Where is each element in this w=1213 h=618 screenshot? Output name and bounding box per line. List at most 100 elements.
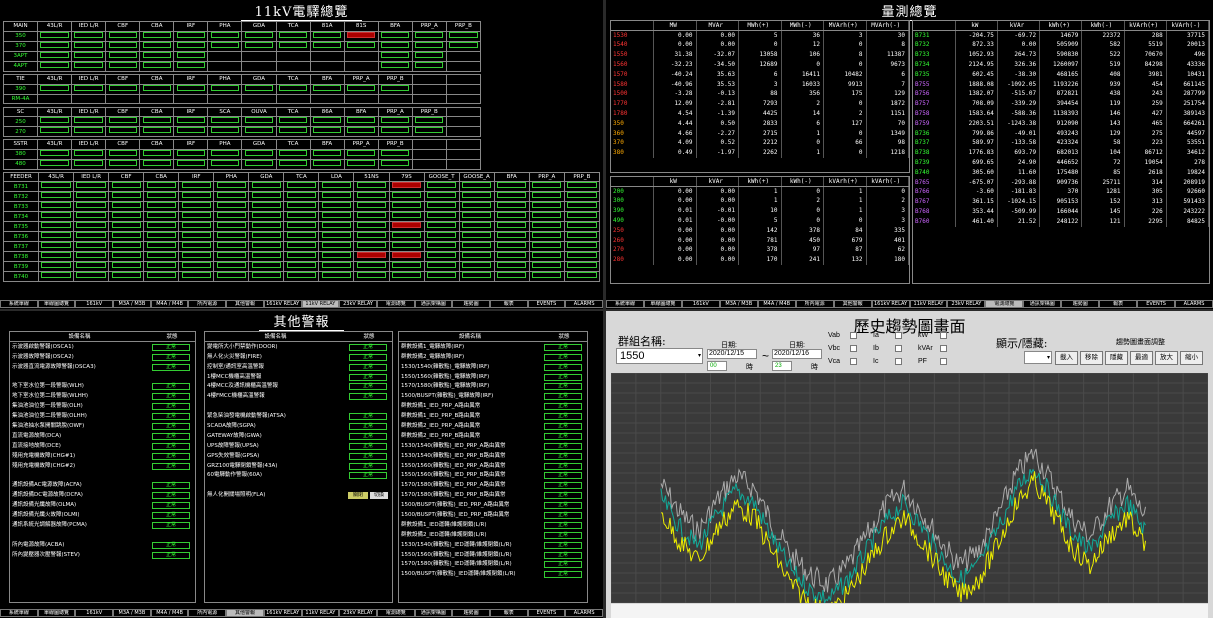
- status-normal[interactable]: [108, 160, 137, 166]
- status-normal[interactable]: [176, 52, 206, 58]
- status-normal[interactable]: [40, 62, 69, 68]
- alarm-status[interactable]: 正常: [544, 383, 582, 391]
- status-normal[interactable]: [567, 202, 597, 209]
- status-normal[interactable]: [462, 242, 492, 249]
- alarm-status[interactable]: 正常: [544, 373, 582, 381]
- status-alarm[interactable]: [356, 252, 387, 259]
- status-normal[interactable]: [415, 32, 444, 38]
- status-normal[interactable]: [74, 85, 103, 91]
- status-normal[interactable]: [321, 192, 352, 199]
- status-normal[interactable]: [497, 252, 527, 259]
- status-normal[interactable]: [181, 242, 211, 249]
- status-normal[interactable]: [346, 42, 376, 48]
- status-normal[interactable]: [321, 242, 352, 249]
- alarm-status[interactable]: 正常: [544, 452, 582, 460]
- alarm-status[interactable]: 正常: [152, 432, 190, 440]
- status-normal[interactable]: [321, 202, 352, 209]
- trend-button-2[interactable]: 隱藏: [1105, 351, 1128, 365]
- status-normal[interactable]: [381, 32, 410, 38]
- status-normal[interactable]: [251, 262, 281, 269]
- alarm-status[interactable]: 正常: [349, 472, 387, 480]
- status-normal[interactable]: [40, 32, 69, 38]
- nav-button[interactable]: 161kV: [681, 300, 720, 308]
- nav-button[interactable]: 通訊架構圖: [414, 609, 453, 617]
- status-normal[interactable]: [462, 192, 492, 199]
- status-normal[interactable]: [356, 192, 387, 199]
- status-normal[interactable]: [216, 212, 246, 219]
- alarm-status[interactable]: 正常: [544, 353, 582, 361]
- status-normal[interactable]: [532, 202, 562, 209]
- status-normal[interactable]: [146, 202, 176, 209]
- status-normal[interactable]: [210, 42, 240, 48]
- nav-button[interactable]: 趨勢圖: [452, 609, 490, 617]
- status-normal[interactable]: [41, 242, 71, 249]
- status-normal[interactable]: [532, 272, 562, 279]
- nav-button[interactable]: 報表: [489, 609, 528, 617]
- status-normal[interactable]: [74, 32, 103, 38]
- checkbox[interactable]: [850, 358, 857, 365]
- status-normal[interactable]: [426, 262, 457, 269]
- status-normal[interactable]: [462, 212, 492, 219]
- status-normal[interactable]: [181, 202, 211, 209]
- status-normal[interactable]: [381, 42, 410, 48]
- status-normal[interactable]: [41, 182, 71, 189]
- status-normal[interactable]: [356, 272, 387, 279]
- nav-button[interactable]: 其他警報: [226, 609, 264, 617]
- status-normal[interactable]: [381, 160, 410, 166]
- status-normal[interactable]: [462, 202, 492, 209]
- status-normal[interactable]: [346, 150, 376, 156]
- nav-button[interactable]: 11kV RELAY: [301, 609, 340, 617]
- nav-button[interactable]: 161kV: [75, 300, 114, 308]
- nav-button[interactable]: 電測總覽: [985, 300, 1024, 308]
- status-normal[interactable]: [216, 242, 246, 249]
- nav-button[interactable]: 23kV RELAY: [947, 300, 986, 308]
- status-normal[interactable]: [142, 52, 171, 58]
- status-normal[interactable]: [567, 232, 597, 239]
- alarm-status[interactable]: 正常: [349, 462, 387, 470]
- nav-button[interactable]: M3A / M3B: [113, 300, 151, 308]
- check-ia[interactable]: Ia: [873, 332, 902, 339]
- status-normal[interactable]: [76, 192, 106, 199]
- alarm-status[interactable]: 正常: [349, 422, 387, 430]
- status-normal[interactable]: [108, 42, 137, 48]
- status-normal[interactable]: [321, 272, 352, 279]
- status-normal[interactable]: [176, 42, 206, 48]
- nav-button[interactable]: 通訊架構圖: [1023, 300, 1062, 308]
- status-normal[interactable]: [567, 272, 597, 279]
- alarm-status[interactable]: 正常: [152, 462, 190, 470]
- status-normal[interactable]: [216, 252, 246, 259]
- status-normal[interactable]: [216, 232, 246, 239]
- nav-button[interactable]: 11kV RELAY: [301, 300, 340, 308]
- status-normal[interactable]: [426, 222, 457, 229]
- alarm-status[interactable]: 正常: [544, 492, 582, 500]
- nav-button[interactable]: ALARMS: [565, 300, 603, 308]
- check-vca[interactable]: Vca: [828, 358, 857, 365]
- status-normal[interactable]: [391, 272, 422, 279]
- status-normal[interactable]: [76, 222, 106, 229]
- status-normal[interactable]: [111, 232, 141, 239]
- status-normal[interactable]: [176, 127, 206, 134]
- status-normal[interactable]: [111, 192, 141, 199]
- status-normal[interactable]: [74, 62, 103, 68]
- status-normal[interactable]: [216, 202, 246, 209]
- alarm-status[interactable]: 正常: [152, 521, 190, 529]
- alarm-status[interactable]: 正常: [349, 363, 387, 371]
- alarm-status[interactable]: 正常: [544, 393, 582, 401]
- alarm-status[interactable]: 正常: [544, 511, 582, 519]
- status-normal[interactable]: [40, 52, 69, 58]
- alarm-status[interactable]: 正常: [152, 442, 190, 450]
- status-normal[interactable]: [40, 85, 69, 91]
- status-normal[interactable]: [76, 212, 106, 219]
- status-normal[interactable]: [497, 202, 527, 209]
- status-normal[interactable]: [278, 160, 308, 166]
- status-normal[interactable]: [40, 127, 69, 134]
- status-normal[interactable]: [321, 252, 352, 259]
- status-normal[interactable]: [312, 150, 342, 156]
- status-normal[interactable]: [244, 117, 274, 124]
- nav-button[interactable]: 電測總覽: [376, 609, 415, 617]
- status-normal[interactable]: [462, 182, 492, 189]
- nav-button[interactable]: M3A / M3B: [113, 609, 151, 617]
- status-normal[interactable]: [76, 262, 106, 269]
- checkbox[interactable]: [895, 332, 902, 339]
- alarm-status[interactable]: 正常: [152, 413, 190, 421]
